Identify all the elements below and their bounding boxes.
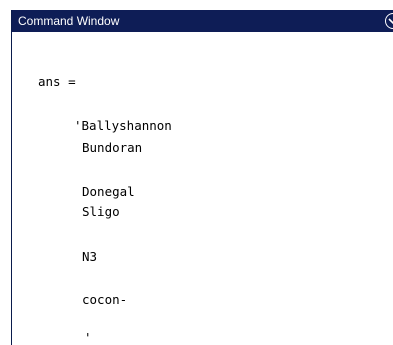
output-line: ': [84, 330, 92, 345]
command-output-area[interactable]: ans = 'Ballyshannon Bundoran Donegal Sli…: [12, 32, 393, 345]
output-line-ans: ans =: [38, 74, 76, 89]
chevron-down-circle-icon[interactable]: [385, 13, 393, 29]
window-title: Command Window: [18, 14, 120, 28]
output-line: Sligo: [82, 204, 120, 219]
output-line: Bundoran: [82, 140, 143, 155]
output-line: cocon-: [82, 292, 128, 307]
output-line: 'Ballyshannon: [74, 118, 172, 133]
output-line: Donegal: [82, 184, 135, 199]
command-window: Command Window ans = 'Ballyshannon Bundo…: [11, 10, 393, 345]
output-line: N3: [82, 249, 98, 264]
command-window-titlebar: Command Window: [12, 10, 393, 32]
